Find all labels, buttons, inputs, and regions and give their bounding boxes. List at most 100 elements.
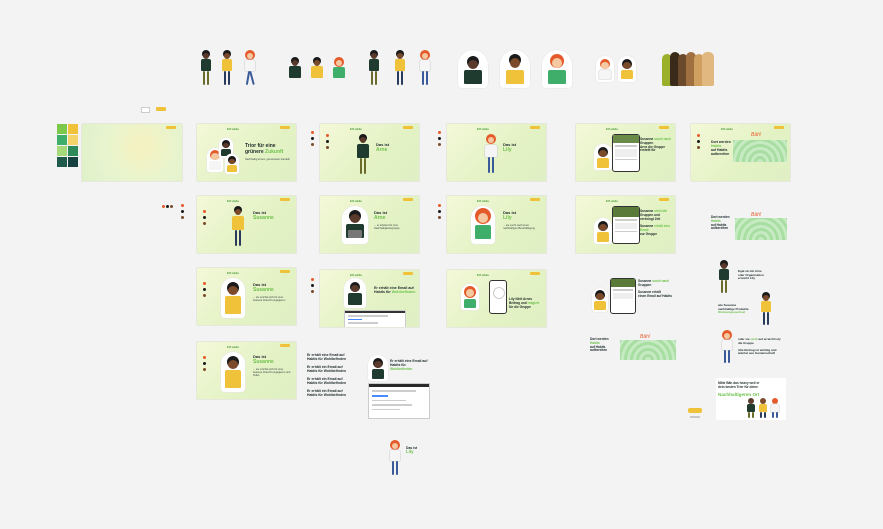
lily-bottom-name: Lily — [406, 449, 414, 454]
tablet-t3: Gruppen — [638, 282, 652, 287]
loose-text-4: Er erhält ein Email auf Habits für Wohlb… — [307, 389, 347, 397]
intro-headline-c: Zukunft — [265, 148, 284, 155]
meadow-2-t4: aufbereiten — [711, 226, 729, 231]
right-c3: auf erreicht Lily — [758, 337, 781, 341]
lily-phone-line3: für die Gruppe — [509, 304, 531, 309]
susanne-bust — [310, 57, 324, 81]
lily-figure — [243, 50, 257, 86]
right-c4: die Gruppe — [738, 340, 754, 345]
side-dots-col3b[interactable] — [438, 204, 443, 224]
arne-email-line2: Habits für — [374, 290, 391, 295]
right-cta2: dein besten Trier für deine — [718, 384, 758, 389]
side-dots-col2[interactable] — [311, 131, 316, 151]
character-set-small-circles[interactable] — [594, 56, 640, 84]
meadow-bottom-handwriting: Bäh! — [640, 334, 651, 340]
susanne-card-name: Susanne — [253, 287, 274, 293]
arne-figure — [200, 50, 212, 86]
meadow-bottom-t4: aufbereiten — [590, 348, 608, 353]
side-dots-col3[interactable] — [438, 131, 443, 151]
meadow-loose[interactable]: Dort werden Habits auf Habits aufbereiten B… — [590, 332, 676, 364]
frame-susanne-card-2[interactable]: Elf utidu Das ist Susanne ... sie möchte … — [197, 342, 296, 399]
arne-name: Arne — [376, 147, 388, 153]
right-cta3: Nachhaltigeren Ort — [718, 392, 760, 397]
lily-figure-2 — [418, 50, 432, 86]
meadow-handwriting: Bäh! — [751, 132, 762, 138]
meadow-loose-2[interactable]: Dort werden Habits auf Habits aufbereiten B… — [711, 212, 787, 242]
meadow-t4: aufbereiten — [711, 152, 730, 156]
character-set-half[interactable] — [284, 55, 350, 83]
side-dots-col1[interactable] — [181, 204, 186, 224]
group-t2: sucht nach — [654, 137, 672, 141]
frame-lily-phone[interactable]: Elf utidu Lily fühlt Arnes Beitrag und re… — [447, 270, 546, 327]
cta-yellow-button[interactable] — [688, 408, 702, 413]
right-col-lily[interactable]: oder sie steht auf erreicht Lily die Grup… — [718, 330, 782, 366]
swatch-8 — [68, 157, 78, 167]
swatch-1 — [57, 124, 67, 134]
frame-lily-card[interactable]: Elf utidu Das ist Lily ... sie sucht nach… — [447, 196, 546, 253]
lily-name: Lily — [503, 147, 512, 153]
arne-email-hl: Wohlbefinden — [391, 290, 416, 295]
group2-t4: verbringt Zeit — [640, 216, 661, 221]
tablet-t5: einen Email auf Habits — [638, 294, 673, 299]
loose-text-2: Er erhält ein Email auf Habits für Wohlb… — [307, 365, 347, 373]
susanne-card-sub: ... sie möchte sich für eine bessere Zuk… — [253, 296, 286, 302]
tiny-label-box[interactable] — [141, 107, 150, 113]
susanne-figure-2 — [394, 50, 406, 86]
tablet-group-loose[interactable]: Susanne sucht nach Gruppen Susanne erhält e… — [590, 276, 674, 316]
susanne-figure — [221, 50, 233, 86]
right-a3: erreicht Lily — [738, 276, 756, 281]
meadow-2-handwriting: Bäh! — [751, 212, 762, 218]
right-col-cta[interactable]: Mitte Bäh das heavy weil er dein besten T… — [716, 378, 786, 420]
tablet-t2: sucht nach — [652, 279, 670, 283]
frame-arne-card[interactable]: Elf utidu Das ist Arne ... er arbeitet fü… — [320, 196, 419, 253]
arne-card-name: Arne — [374, 215, 386, 221]
lily-card-sub: ... sie sucht nach einer nachhaltigen Be… — [503, 224, 535, 230]
side-dots-col2b[interactable] — [311, 278, 316, 298]
frame-intro[interactable]: Elf utidu Trior für eine grünere Zukunft … — [197, 124, 296, 181]
group-t5: erstellt für — [640, 148, 656, 153]
tablet-mockup-2 — [612, 206, 640, 244]
swatch-7 — [57, 157, 67, 167]
character-set-standing[interactable] — [197, 48, 265, 88]
frame-arne-email[interactable]: Elf utidu Er erhält eine Email auf Habits… — [320, 270, 419, 327]
email-ui-hl: Wohlbefinden — [390, 367, 413, 371]
color-palette — [57, 124, 79, 167]
frame-susanne-card[interactable]: Elf utidu Das ist Susanne ... sie möchte … — [197, 268, 296, 325]
tiny-label-yellow[interactable] — [156, 107, 166, 111]
phone-mockup — [489, 280, 507, 314]
frame-tablet-group-2[interactable]: Elf utidu Susanne sieht die Gruppen und ve… — [576, 196, 675, 253]
arne-card-sub: ... er arbeitet für eine Nachhaltigkeits… — [374, 224, 400, 230]
character-set-circles[interactable] — [456, 48, 572, 90]
email-ui-group[interactable]: Er erhält eine Email auf Habits für Wohlb… — [366, 353, 430, 419]
lily-bottom-group[interactable]: Das ist Lily — [386, 438, 420, 478]
frame-arne-standing[interactable]: Elf utidu Das ist Arne — [320, 124, 419, 181]
group2-t7: zur Gruppe — [640, 231, 658, 236]
frame-tablet-group[interactable]: Elf utidu Susanne sucht nach Gruppen Arne … — [576, 124, 675, 181]
frame-background-gradient[interactable] — [82, 124, 182, 181]
skin-tone-silhouettes[interactable] — [662, 52, 716, 88]
swatch-5 — [57, 146, 67, 156]
frame-susanne-standing[interactable]: Elf utidu Das ist Susanne — [197, 196, 296, 253]
frame-meadow[interactable]: Elf utidu Dort werden Habits auf Habits auf… — [691, 124, 790, 181]
lily-card-name: Lily — [503, 215, 512, 221]
character-set-standing-2[interactable] — [364, 50, 436, 88]
side-dots-row[interactable] — [162, 205, 176, 209]
frame-lily-standing[interactable]: Elf utidu Das ist Lily — [447, 124, 546, 181]
right-b3: Wohnungswechsel — [718, 310, 746, 315]
cta-small-label — [690, 416, 700, 418]
susanne-card2-sub: ... sie möchte sich für eine bessere Zuk… — [253, 368, 291, 377]
tablet-mockup — [612, 134, 640, 172]
intro-sub: Nachhaltig lernen, gemeinsam handeln — [245, 158, 290, 161]
arne-bust — [288, 57, 302, 81]
swatch-6 — [68, 146, 78, 156]
arne-figure-2 — [368, 50, 380, 86]
loose-text-group[interactable]: Er erhält eine Email auf Habits für Wohl… — [307, 353, 355, 401]
email-ui-window — [368, 383, 430, 419]
right-col-susanne[interactable]: wie Susanne nachhaltige Produkte Wohnungsw… — [718, 292, 782, 328]
right-d1: Alle Eintrag ist wichtig und wächst aus … — [738, 347, 777, 356]
susanne-card2-name: Susanne — [253, 359, 274, 365]
right-col-arne[interactable]: Egal ob mit Arne oder Organisation erreich… — [716, 260, 780, 296]
lily-bust — [332, 57, 346, 81]
swatch-3 — [57, 135, 67, 145]
susanne-name: Susanne — [253, 215, 274, 221]
